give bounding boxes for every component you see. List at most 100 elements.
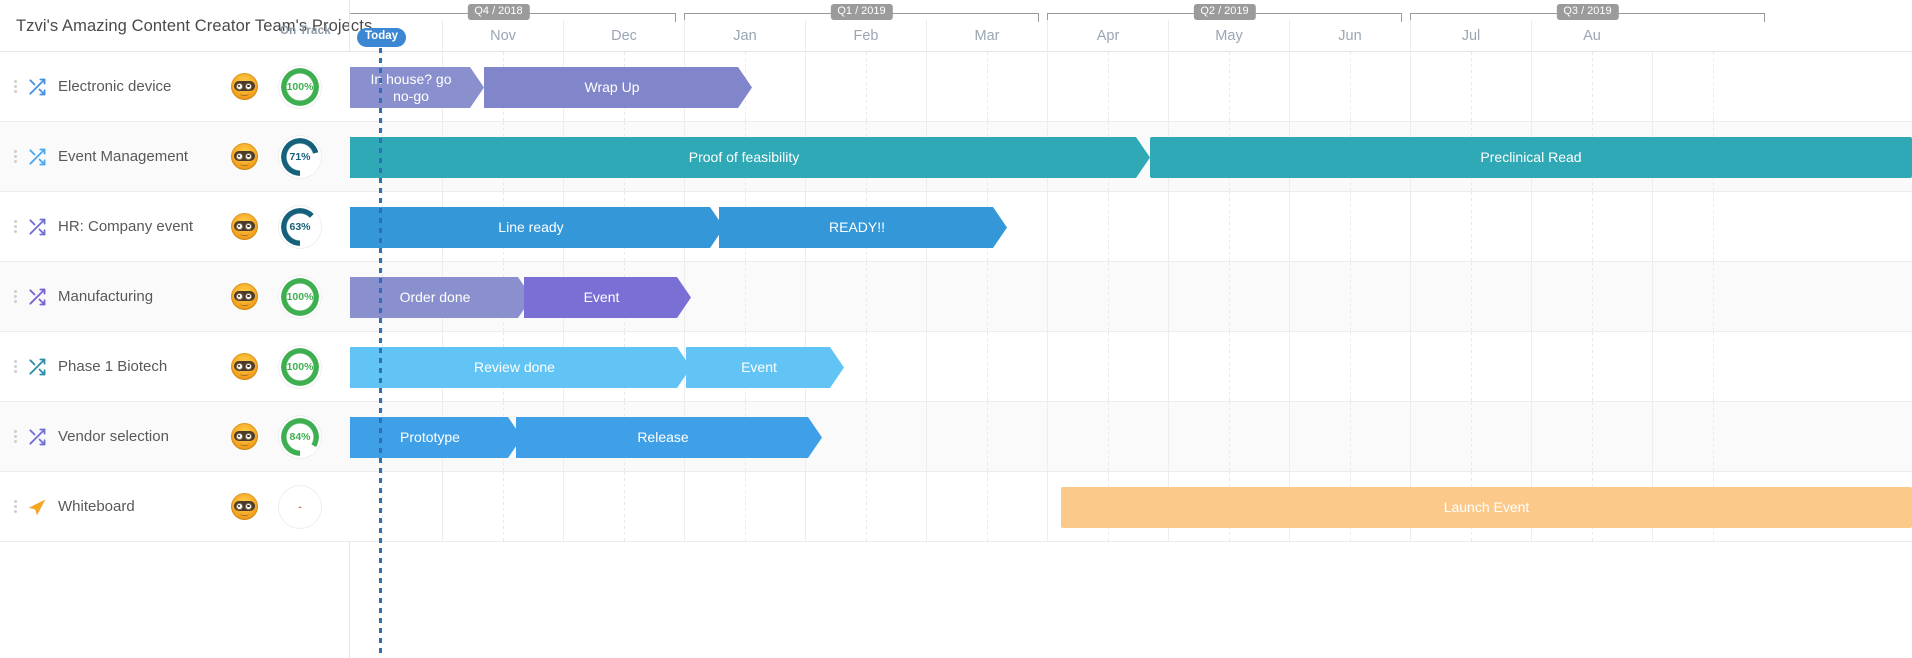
grid-line-half-month xyxy=(1349,262,1351,331)
shuffle-icon[interactable] xyxy=(22,217,52,237)
progress-ring[interactable]: - xyxy=(278,484,322,529)
progress-ring-value: - xyxy=(298,500,302,513)
task-row[interactable]: Whiteboard - xyxy=(0,472,350,542)
gantt-bar-label: Launch Event xyxy=(1443,499,1530,516)
quarter-label: Q3 / 2019 xyxy=(1556,4,1619,20)
grid-line-half-month xyxy=(986,262,988,331)
today-marker-label: Today xyxy=(357,28,407,47)
grid-line-half-month xyxy=(1107,332,1109,401)
shuffle-icon[interactable] xyxy=(22,357,52,377)
gantt-bar-label: Wrap Up xyxy=(584,79,640,96)
drag-handle-icon[interactable] xyxy=(8,220,22,233)
task-row[interactable]: Electronic device 100% xyxy=(0,52,350,122)
send-icon[interactable] xyxy=(22,497,52,517)
grid-line-half-month xyxy=(986,52,988,121)
gantt-bar[interactable]: Launch Event xyxy=(1061,487,1912,528)
progress-ring-value: 100% xyxy=(286,360,314,373)
gantt-row: Order done Event xyxy=(350,262,1912,332)
task-name[interactable]: Phase 1 Biotech xyxy=(52,358,231,375)
drag-handle-icon[interactable] xyxy=(8,150,22,163)
task-name[interactable]: Whiteboard xyxy=(52,498,231,515)
drag-handle-icon[interactable] xyxy=(8,500,22,513)
gantt-bar-label: Prototype xyxy=(400,429,460,446)
gantt-bar-label: Event xyxy=(583,289,620,306)
grid-line-half-month xyxy=(986,402,988,471)
shuffle-icon[interactable] xyxy=(22,77,52,97)
gantt-bar[interactable]: Prototype xyxy=(350,417,522,458)
grid-line-month xyxy=(1531,402,1532,471)
gantt-bar[interactable]: Release xyxy=(516,417,822,458)
gantt-app: Tzvi's Amazing Content Creator Team's Pr… xyxy=(0,0,1912,658)
task-name[interactable]: Electronic device xyxy=(52,78,231,95)
grid-line-month xyxy=(1531,52,1532,121)
grid-line-month xyxy=(442,472,443,541)
gantt-bar-label: Proof of feasibility xyxy=(688,149,800,166)
avatar[interactable] xyxy=(231,423,258,450)
grid-line-half-month xyxy=(1107,52,1109,121)
task-row[interactable]: HR: Company event 63% xyxy=(0,192,350,262)
avatar[interactable] xyxy=(231,493,258,520)
status-badge: On Track xyxy=(280,25,331,37)
grid-line-month xyxy=(1168,52,1169,121)
avatar[interactable] xyxy=(231,213,258,240)
grid-line-month xyxy=(926,262,927,331)
shuffle-icon[interactable] xyxy=(22,147,52,167)
grid-line-half-month xyxy=(1591,402,1593,471)
gantt-bar[interactable]: In house? go no-go xyxy=(350,67,484,108)
shuffle-icon[interactable] xyxy=(22,427,52,447)
task-row[interactable]: Manufacturing 100% xyxy=(0,262,350,332)
task-name[interactable]: HR: Company event xyxy=(52,218,231,235)
grid-line-month xyxy=(1652,402,1653,471)
drag-handle-icon[interactable] xyxy=(8,430,22,443)
task-row[interactable]: Phase 1 Biotech 100% xyxy=(0,332,350,402)
task-name[interactable]: Manufacturing xyxy=(52,288,231,305)
grid-line-month xyxy=(1289,262,1290,331)
quarter-band: Q2 / 2019 xyxy=(1047,0,1402,22)
shuffle-icon[interactable] xyxy=(22,287,52,307)
gantt-bar[interactable]: Proof of feasibility xyxy=(350,137,1150,178)
progress-ring-value: 63% xyxy=(289,220,311,233)
progress-ring-value: 71% xyxy=(289,150,311,163)
gantt-bar[interactable]: Preclinical Read xyxy=(1150,137,1912,178)
task-list-panel: Electronic device 100% Event Management 71%… xyxy=(0,52,350,658)
avatar[interactable] xyxy=(231,283,258,310)
progress-ring[interactable]: 100% xyxy=(278,344,322,389)
grid-line-half-month xyxy=(986,332,988,401)
gantt-row: Prototype Release xyxy=(350,402,1912,472)
task-row[interactable]: Event Management 71% xyxy=(0,122,350,192)
grid-line-half-month xyxy=(1470,402,1472,471)
drag-handle-icon[interactable] xyxy=(8,290,22,303)
gantt-bar-label: READY!! xyxy=(828,219,885,236)
progress-ring[interactable]: 100% xyxy=(278,274,322,319)
drag-handle-icon[interactable] xyxy=(8,360,22,373)
task-row[interactable]: Vendor selection 84% xyxy=(0,402,350,472)
grid-line-half-month xyxy=(1228,262,1230,331)
grid-line-month xyxy=(1410,262,1411,331)
grid-line-month xyxy=(1410,402,1411,471)
gantt-bar[interactable]: READY!! xyxy=(719,207,1007,248)
grid-line-month xyxy=(805,262,806,331)
gantt-bar[interactable]: Line ready xyxy=(350,207,724,248)
gantt-bar-label: Order done xyxy=(399,289,471,306)
progress-ring[interactable]: 100% xyxy=(278,64,322,109)
gantt-bar[interactable]: Order done xyxy=(350,277,532,318)
grid-line-month xyxy=(1289,402,1290,471)
grid-line-half-month xyxy=(865,472,867,541)
drag-handle-icon[interactable] xyxy=(8,80,22,93)
gantt-bar[interactable]: Event xyxy=(524,277,691,318)
grid-line-half-month xyxy=(1591,52,1593,121)
progress-ring[interactable]: 63% xyxy=(278,204,322,249)
avatar[interactable] xyxy=(231,143,258,170)
task-name[interactable]: Vendor selection xyxy=(52,428,231,445)
gantt-bar[interactable]: Wrap Up xyxy=(484,67,752,108)
grid-line-half-month xyxy=(1591,332,1593,401)
avatar[interactable] xyxy=(231,353,258,380)
progress-ring[interactable]: 71% xyxy=(278,134,322,179)
progress-ring[interactable]: 84% xyxy=(278,414,322,459)
avatar[interactable] xyxy=(231,73,258,100)
gantt-bar[interactable]: Review done xyxy=(350,347,691,388)
grid-line-half-month xyxy=(986,472,988,541)
gantt-bar[interactable]: Event xyxy=(686,347,844,388)
task-name[interactable]: Event Management xyxy=(52,148,231,165)
gantt-bar-label: Release xyxy=(637,429,689,446)
